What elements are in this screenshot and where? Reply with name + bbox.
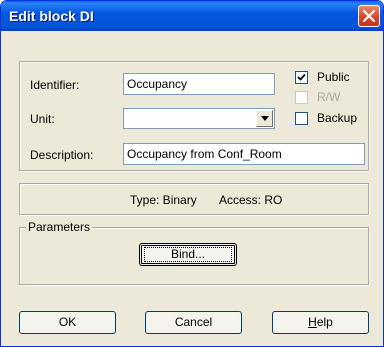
close-icon [363,10,375,22]
public-checkbox[interactable] [295,71,308,84]
description-label: Description: [30,148,94,162]
unit-select[interactable] [123,108,275,129]
identifier-field[interactable]: Occupancy [123,73,275,95]
focus-rect [144,247,232,262]
ok-button[interactable]: OK [19,311,116,334]
help-button-label: Help [308,315,333,329]
dialog-body: Identifier: Occupancy Unit: Description:… [5,31,381,344]
unit-label: Unit: [30,112,55,126]
window-title: Edit block DI [9,8,94,24]
bind-button[interactable]: Bind... [139,243,237,266]
parameters-group-label: Parameters [26,220,93,234]
properties-group: Identifier: Occupancy Unit: Description:… [19,61,369,171]
help-button[interactable]: Help [272,311,369,334]
info-group: Type: Binary Access: RO [19,183,369,215]
access-text: Access: RO [219,193,283,207]
type-text: Type: Binary [130,193,197,207]
public-label: Public [317,70,350,84]
checkmark-icon [297,73,306,81]
parameters-group: Parameters Bind... [19,220,369,285]
rw-label: R/W [317,90,341,104]
unit-dropdown-button[interactable] [256,110,273,127]
edit-block-dialog: Edit block DI Identifier: Occupancy Unit… [0,0,384,347]
description-field[interactable]: Occupancy from Conf_Room [123,143,365,165]
identifier-label: Identifier: [30,78,80,92]
chevron-down-icon [261,116,269,121]
rw-checkbox [295,91,308,104]
backup-label: Backup [317,111,358,125]
close-button[interactable] [358,5,380,27]
title-bar[interactable]: Edit block DI [1,1,383,31]
cancel-button[interactable]: Cancel [145,311,242,334]
backup-checkbox[interactable] [295,112,308,125]
